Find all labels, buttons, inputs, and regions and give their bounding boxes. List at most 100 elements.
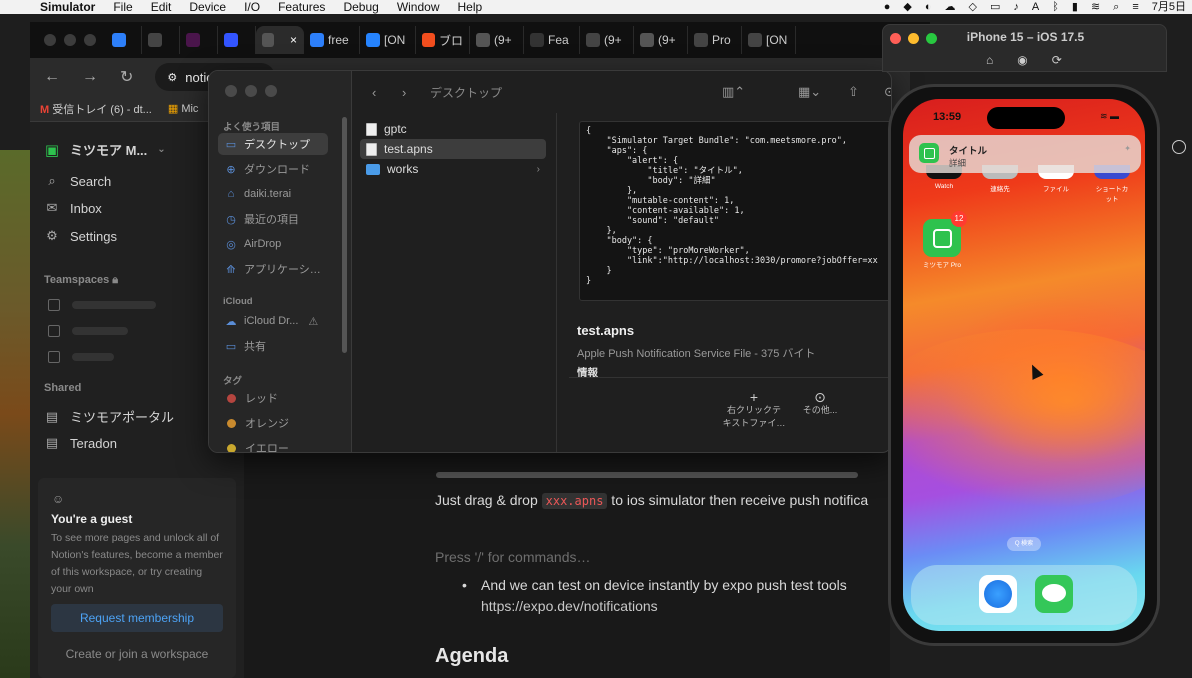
finder-zoom-button[interactable]: [265, 85, 277, 97]
column-view-icon[interactable]: ▥⌃: [722, 84, 745, 100]
shared-item-teradon[interactable]: ▤ Teradon: [44, 435, 117, 451]
edge-icon[interactable]: ◐: [925, 0, 932, 14]
file-item-gptc[interactable]: gptc: [360, 119, 546, 139]
site-settings-icon[interactable]: ⚙: [167, 71, 177, 84]
browser-tab[interactable]: (9+: [580, 26, 634, 54]
back-icon[interactable]: ‹: [372, 85, 376, 100]
share-icon[interactable]: ⇧: [848, 84, 859, 100]
record-icon[interactable]: ●: [884, 0, 891, 14]
placeholder-page[interactable]: [72, 301, 156, 309]
menu-window[interactable]: Window: [397, 0, 440, 14]
docker-icon[interactable]: ◆: [903, 0, 911, 14]
back-icon[interactable]: ←: [44, 68, 60, 86]
more-icon[interactable]: ⊙: [884, 84, 891, 100]
close-window-button[interactable]: [44, 34, 56, 46]
sidebar-scrollbar[interactable]: [342, 117, 347, 353]
workspace-switcher[interactable]: ▣ ミツモア M... ⌄: [44, 140, 166, 159]
diamond-icon[interactable]: ◇: [969, 0, 977, 14]
screenshot-icon[interactable]: ◉: [1017, 53, 1027, 67]
push-notification-banner[interactable]: タイトル 詳細 ✦: [909, 135, 1141, 173]
rotate-icon[interactable]: ⟳: [1052, 53, 1062, 67]
battery-icon[interactable]: ▮: [1072, 0, 1078, 14]
preview-action-open[interactable]: + 右クリックテ キストファイ…: [719, 390, 789, 430]
browser-tab[interactable]: (9+: [470, 26, 524, 54]
sidebar-tag-item[interactable]: オレンジ: [218, 412, 328, 434]
browser-tab[interactable]: [218, 26, 256, 54]
menu-device[interactable]: Device: [189, 0, 226, 14]
expo-link[interactable]: https://expo.dev/notifications: [481, 598, 658, 614]
wifi-icon[interactable]: ≋: [1091, 0, 1100, 14]
browser-tab[interactable]: Pro: [688, 26, 742, 54]
browser-tab[interactable]: [180, 26, 218, 54]
sidebar-favorite-item[interactable]: ◷ 最近の項目: [218, 208, 328, 230]
sidebar-favorite-item[interactable]: ⟰ アプリケーシ…: [218, 258, 328, 280]
safari-icon[interactable]: [979, 575, 1017, 613]
home-icon[interactable]: ⌂: [986, 53, 993, 67]
minimize-window-button[interactable]: [64, 34, 76, 46]
sidebar-tag-item[interactable]: レッド: [218, 387, 328, 409]
placeholder-page[interactable]: [72, 327, 128, 335]
browser-tab[interactable]: ブロ: [416, 26, 470, 54]
menu-features[interactable]: Features: [278, 0, 325, 14]
input-method-icon[interactable]: A: [1032, 0, 1039, 14]
agenda-heading[interactable]: Agenda: [435, 645, 508, 668]
image-scrollbar[interactable]: [436, 472, 858, 478]
sidebar-favorite-item[interactable]: ⊕ ダウンロード: [218, 158, 328, 180]
spotlight-icon[interactable]: ⌕: [1113, 0, 1119, 14]
sidebar-tag-item[interactable]: イエロー: [218, 437, 328, 452]
drag-drop-paragraph[interactable]: Just drag & drop xxx.apns to ios simulat…: [435, 492, 868, 509]
sidebar-search[interactable]: ⌕ Search: [44, 173, 111, 189]
battery-app-icon[interactable]: ▭: [990, 0, 1000, 14]
create-workspace-button[interactable]: Create or join a workspace: [51, 642, 223, 666]
menu-edit[interactable]: Edit: [151, 0, 172, 14]
sidebar-favorite-item[interactable]: ◎ AirDrop: [218, 233, 328, 255]
bluetooth-icon[interactable]: ᛒ: [1052, 0, 1059, 14]
sidebar-icloud-drive[interactable]: ☁ iCloud Dr... ⚠: [218, 310, 328, 332]
menu-app-name[interactable]: Simulator: [40, 0, 95, 14]
reload-icon[interactable]: ↻: [120, 67, 133, 87]
browser-tab[interactable]: Fea: [524, 26, 580, 54]
browser-tab[interactable]: [106, 26, 142, 54]
browser-tab[interactable]: free: [304, 26, 360, 54]
menu-io[interactable]: I/O: [244, 0, 260, 14]
menu-help[interactable]: Help: [458, 0, 483, 14]
sidebar-inbox[interactable]: ✉ Inbox: [44, 200, 102, 216]
finder-close-button[interactable]: [225, 85, 237, 97]
sidebar-favorite-item[interactable]: ⌂ daiki.terai: [218, 183, 328, 205]
bullet-item[interactable]: • And we can test on device instantly by…: [462, 577, 847, 593]
bookmark-gmail[interactable]: M 受信トレイ (6) - dt...: [40, 101, 152, 117]
folder-item-works[interactable]: works ›: [360, 159, 546, 179]
json-preview[interactable]: { "Simulator Target Bundle": "com.meetsm…: [579, 121, 891, 301]
browser-tab[interactable]: [ON: [742, 26, 796, 54]
forward-icon[interactable]: ›: [402, 85, 406, 100]
shared-item-portal[interactable]: ▤ ミツモアポータル: [44, 407, 174, 426]
iphone-screen[interactable]: 13:59 ≋ ▬ Watch 連絡先 ファイル ショートカット タイトル 詳細…: [903, 99, 1145, 631]
preview-action-more[interactable]: ⊙ その他...: [785, 390, 855, 417]
bookmark-microsoft[interactable]: ▦ Mic: [168, 102, 199, 115]
cloud-icon[interactable]: ☁: [945, 0, 956, 14]
history-icon[interactable]: [1172, 140, 1186, 154]
group-icon[interactable]: ▦⌄: [798, 84, 821, 100]
file-item-test-apns[interactable]: test.apns: [360, 139, 546, 159]
finder-minimize-button[interactable]: [245, 85, 257, 97]
menubar-date[interactable]: 7月5日: [1152, 0, 1186, 14]
browser-tab[interactable]: [142, 26, 180, 54]
forward-icon[interactable]: →: [82, 68, 98, 86]
sidebar-shared[interactable]: ▭ 共有: [218, 335, 328, 357]
request-membership-button[interactable]: Request membership: [51, 604, 223, 632]
browser-tab[interactable]: (9+: [634, 26, 688, 54]
empty-block-placeholder[interactable]: Press '/' for commands…: [435, 549, 591, 565]
menu-debug[interactable]: Debug: [343, 0, 378, 14]
volume-icon[interactable]: ♪: [1013, 0, 1019, 14]
close-tab-icon[interactable]: ×: [290, 33, 297, 47]
browser-tab[interactable]: [ON: [360, 26, 416, 54]
zoom-window-button[interactable]: [84, 34, 96, 46]
placeholder-page[interactable]: [72, 353, 114, 361]
control-center-icon[interactable]: ≡: [1132, 0, 1138, 14]
messages-icon[interactable]: [1035, 575, 1073, 613]
sidebar-favorite-item[interactable]: ▭ デスクトップ: [218, 133, 328, 155]
browser-tab[interactable]: ×: [256, 26, 304, 54]
home-search-pill[interactable]: Q 検索: [1007, 537, 1041, 551]
sidebar-settings[interactable]: ⚙ Settings: [44, 228, 117, 244]
menu-file[interactable]: File: [113, 0, 132, 14]
